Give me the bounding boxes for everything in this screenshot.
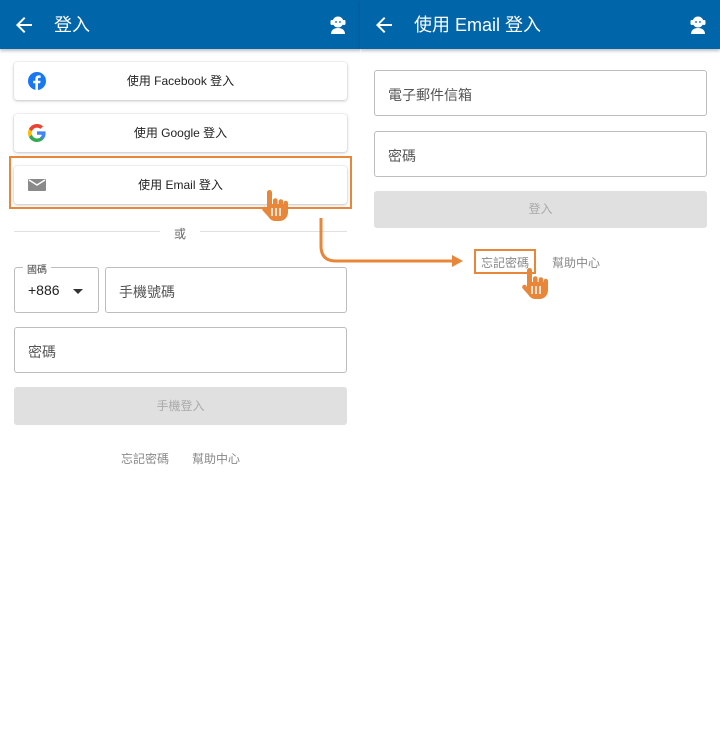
country-code-label: 國碼 — [23, 261, 51, 276]
email-button-highlight — [9, 156, 352, 209]
divider-right — [200, 231, 347, 232]
phone-login-button[interactable]: 手機登入 — [14, 387, 347, 425]
app-bar: 登入 — [0, 0, 360, 49]
arrow-left-icon[interactable] — [12, 13, 36, 37]
help-center-link: 幫助中心 — [552, 256, 601, 270]
customer-service-icon[interactable] — [688, 14, 708, 34]
google-login-label: 使用 Google 登入 — [133, 126, 228, 140]
customer-service-icon[interactable] — [328, 14, 348, 34]
phone-number-input[interactable]: 手機號碼 — [105, 267, 347, 313]
google-login-button[interactable]: 使用 Google 登入 — [14, 114, 347, 152]
page-title: 使用 Email 登入 — [414, 15, 542, 35]
country-code-select[interactable]: 國碼 +886 — [14, 261, 99, 313]
or-label: 或 — [173, 227, 186, 241]
hand-pointer-icon — [262, 190, 288, 221]
login-screen: 登入 使用 Facebook 登入 使用 Google 登入 使用 Email … — [0, 0, 360, 730]
arrow-left-icon[interactable] — [372, 13, 396, 37]
email-login-submit-button[interactable]: 登入 — [374, 191, 707, 228]
help-center-link[interactable]: 幫助中心 — [192, 450, 240, 467]
hand-pointer-icon — [522, 268, 548, 299]
phone-number-placeholder: 手機號碼 — [119, 284, 175, 300]
email-placeholder: 電子郵件信箱 — [388, 87, 472, 103]
country-code-value: +886 — [28, 282, 60, 298]
password-placeholder: 密碼 — [28, 344, 56, 360]
password-input[interactable]: 密碼 — [14, 327, 347, 373]
page-title: 登入 — [54, 15, 90, 35]
app-bar: 使用 Email 登入 — [360, 0, 720, 49]
divider-left — [14, 231, 160, 232]
forgot-password-link[interactable]: 忘記密碼 — [121, 450, 169, 467]
password-placeholder: 密碼 — [388, 148, 416, 164]
password-input[interactable]: 密碼 — [374, 131, 707, 177]
facebook-login-label: 使用 Facebook 登入 — [126, 74, 235, 88]
chevron-down-icon — [73, 289, 83, 294]
facebook-login-button[interactable]: 使用 Facebook 登入 — [14, 62, 347, 100]
email-input[interactable]: 電子郵件信箱 — [374, 70, 707, 116]
email-login-screen: 使用 Email 登入 電子郵件信箱 密碼 登入 忘記密碼 幫助中心 — [360, 0, 720, 730]
